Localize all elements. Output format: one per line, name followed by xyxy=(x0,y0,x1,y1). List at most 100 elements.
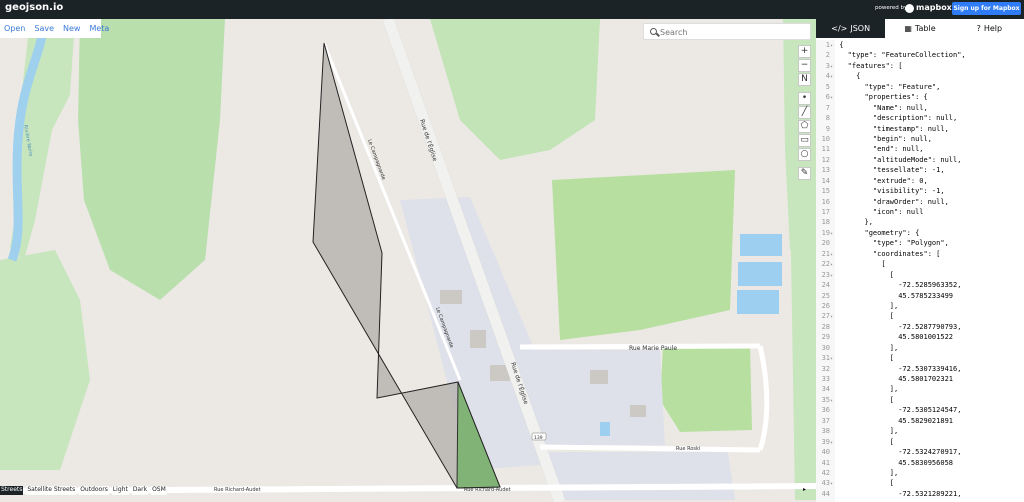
code-line[interactable]: 17 "icon": null xyxy=(816,207,1024,217)
line-number: 14 xyxy=(821,176,830,185)
code-text: -72.5287790793, xyxy=(835,322,962,331)
panel-tabs: </> JSON ▦ Table ? Help xyxy=(816,19,1024,38)
code-line[interactable]: 31▾ [ xyxy=(816,353,1024,363)
code-line[interactable]: 22▾ [ xyxy=(816,259,1024,269)
line-number: 29 xyxy=(821,333,830,342)
code-line[interactable]: 15 "visibility": -1, xyxy=(816,186,1024,196)
code-line[interactable]: 12 "altitudeMode": null, xyxy=(816,155,1024,165)
zoom-in-button[interactable]: + xyxy=(798,45,811,58)
map-canvas[interactable]: Rue de l'Église Le Campagnarde Le Campag… xyxy=(0,19,816,502)
code-line[interactable]: 38 ], xyxy=(816,426,1024,436)
map-toolbar: + − N • ╱ ⬠ ▭ ○ ✎ xyxy=(798,45,811,181)
code-line[interactable]: 30 ], xyxy=(816,343,1024,353)
layer-outdoors[interactable]: Outdoors xyxy=(79,486,109,495)
search-box xyxy=(643,23,811,40)
code-icon: </> xyxy=(831,24,848,33)
compass-button[interactable]: N xyxy=(798,73,811,86)
code-line[interactable]: 19▾ "geometry": { xyxy=(816,228,1024,238)
menu-meta[interactable]: Meta xyxy=(89,24,109,33)
line-number: 44 xyxy=(821,489,830,498)
code-line[interactable]: 26 ], xyxy=(816,301,1024,311)
signup-button[interactable]: Sign up for Mapbox xyxy=(952,2,1021,15)
code-line[interactable]: 13 "tessellate": -1, xyxy=(816,165,1024,175)
draw-circle-button[interactable]: ○ xyxy=(798,148,811,161)
code-line[interactable]: 23▾ [ xyxy=(816,270,1024,280)
code-line[interactable]: 24 -72.5285963352, xyxy=(816,280,1024,290)
code-line[interactable]: 40 -72.5324270917, xyxy=(816,447,1024,457)
code-line[interactable]: 43▾ [ xyxy=(816,478,1024,488)
line-number: 12 xyxy=(821,155,830,164)
draw-polygon-button[interactable]: ⬠ xyxy=(798,120,811,133)
tab-table[interactable]: ▦ Table xyxy=(885,19,954,38)
app-logo[interactable]: geojson.io xyxy=(5,2,63,13)
zoom-out-button[interactable]: − xyxy=(798,59,811,72)
code-text: [ xyxy=(835,354,895,363)
layer-streets[interactable]: Streets xyxy=(0,486,24,495)
code-text: -72.5324270917, xyxy=(835,448,962,457)
draw-line-button[interactable]: ╱ xyxy=(798,106,811,119)
code-line[interactable]: 35▾ [ xyxy=(816,395,1024,405)
code-text: "icon": null xyxy=(835,208,924,216)
code-line[interactable]: 42 ], xyxy=(816,468,1024,478)
code-line[interactable]: 34 ], xyxy=(816,384,1024,394)
file-menu: Open Save New Meta xyxy=(0,19,109,38)
line-number: 39 xyxy=(821,437,830,446)
code-line[interactable]: 5 "type": "Feature", xyxy=(816,82,1024,92)
code-line[interactable]: 4▾ { xyxy=(816,71,1024,81)
code-line[interactable]: 25 45.5785233499 xyxy=(816,291,1024,301)
code-line[interactable]: 9 "timestamp": null, xyxy=(816,124,1024,134)
menu-save[interactable]: Save xyxy=(34,24,54,33)
code-text: "coordinates": [ xyxy=(835,249,941,258)
side-panel: </> JSON ▦ Table ? Help 1▾ {2 "type": "F… xyxy=(816,19,1024,502)
code-line[interactable]: 37 45.5829021891 xyxy=(816,416,1024,426)
code-line[interactable]: 27▾ [ xyxy=(816,311,1024,321)
code-text: [ xyxy=(835,479,895,488)
code-line[interactable]: 7 "Name": null, xyxy=(816,103,1024,113)
code-text: [ xyxy=(835,270,895,279)
code-line[interactable]: 6▾ "properties": { xyxy=(816,92,1024,102)
code-text: "end": null, xyxy=(835,145,924,154)
code-line[interactable]: 41 45.5830956058 xyxy=(816,458,1024,468)
code-line[interactable]: 21▾ "coordinates": [ xyxy=(816,249,1024,259)
layer-dark[interactable]: Dark xyxy=(131,486,149,495)
code-line[interactable]: 2 "type": "FeatureCollection", xyxy=(816,50,1024,60)
code-line[interactable]: 1▾ { xyxy=(816,40,1024,50)
code-line[interactable]: 10 "begin": null, xyxy=(816,134,1024,144)
code-line[interactable]: 16 "drawOrder": null, xyxy=(816,197,1024,207)
search-input[interactable] xyxy=(660,26,806,38)
tab-json[interactable]: </> JSON xyxy=(816,19,886,38)
code-line[interactable]: 33 45.5801702321 xyxy=(816,374,1024,384)
json-editor[interactable]: 1▾ {2 "type": "FeatureCollection", 3▾ "fe… xyxy=(816,40,1024,502)
line-number: 27 xyxy=(821,312,830,321)
edit-layers-button[interactable]: ✎ xyxy=(798,167,811,180)
layer-satellite-streets[interactable]: Satellite Streets xyxy=(26,486,77,495)
menu-open[interactable]: Open xyxy=(4,24,25,33)
layer-light[interactable]: Light xyxy=(111,486,129,495)
code-line[interactable]: 32 -72.5307339416, xyxy=(816,364,1024,374)
code-line[interactable]: 20 "type": "Polygon", xyxy=(816,238,1024,248)
code-line[interactable]: 11 "end": null, xyxy=(816,144,1024,154)
draw-rectangle-button[interactable]: ▭ xyxy=(798,134,811,147)
code-line[interactable]: 36 -72.5305124547, xyxy=(816,405,1024,415)
code-line[interactable]: 8 "description": null, xyxy=(816,113,1024,123)
line-number: 15 xyxy=(821,187,830,196)
route-badge: 139 xyxy=(534,435,543,441)
layer-osm[interactable]: OSM xyxy=(151,486,167,495)
code-text: "extrude": 0, xyxy=(835,176,928,185)
code-text: "type": "FeatureCollection", xyxy=(835,51,966,60)
code-line[interactable]: 28 -72.5287790793, xyxy=(816,322,1024,332)
code-line[interactable]: 29 45.5801001522 xyxy=(816,332,1024,342)
menu-new[interactable]: New xyxy=(63,24,80,33)
code-line[interactable]: 14 "extrude": 0, xyxy=(816,176,1024,186)
draw-point-button[interactable]: • xyxy=(798,92,811,105)
code-line[interactable]: 3▾ "features": [ xyxy=(816,61,1024,71)
code-line[interactable]: 44 -72.5321289221, xyxy=(816,489,1024,499)
code-text: -72.5285963352, xyxy=(835,281,962,290)
code-text: { xyxy=(835,41,844,49)
tab-help-label: Help xyxy=(983,24,1003,33)
code-line[interactable]: 18 }, xyxy=(816,217,1024,227)
code-line[interactable]: 39▾ [ xyxy=(816,437,1024,447)
code-text: "description": null, xyxy=(835,114,958,123)
collapse-map-icon[interactable]: ▸ xyxy=(803,486,813,494)
tab-help[interactable]: ? Help xyxy=(955,19,1024,38)
